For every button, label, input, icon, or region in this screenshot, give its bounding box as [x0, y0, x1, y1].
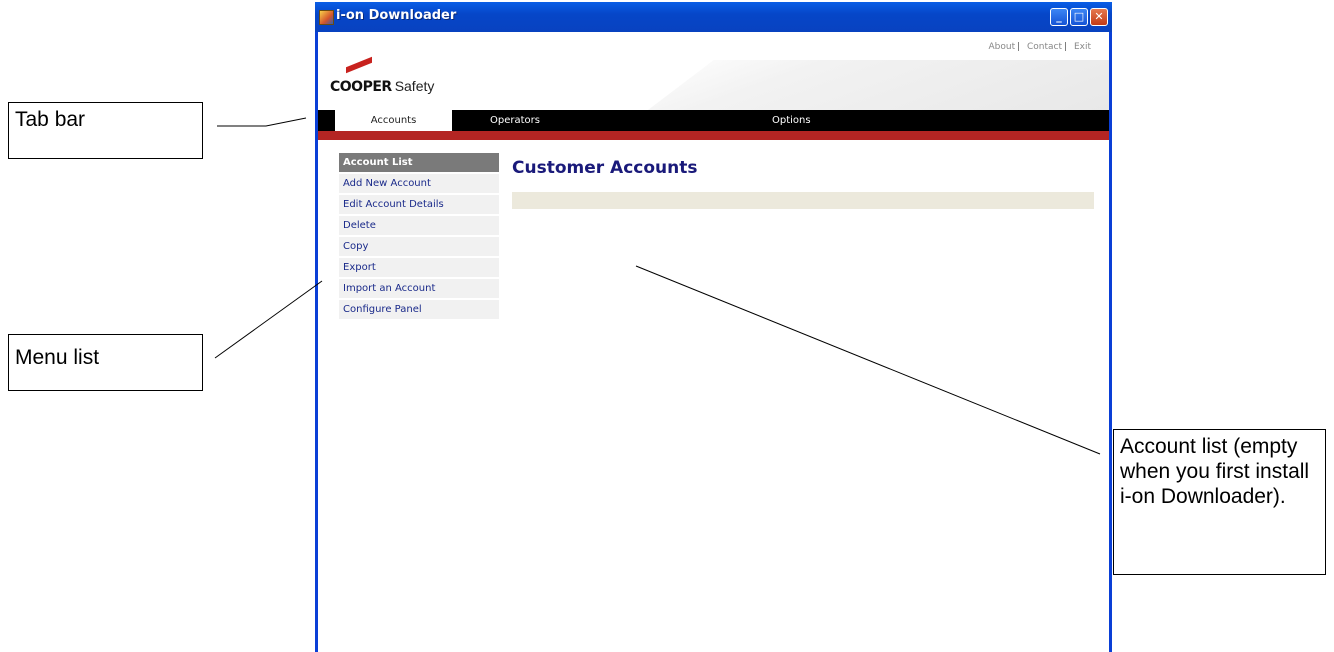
contact-link[interactable]: Contact — [1027, 42, 1062, 52]
tab-bar-underline — [318, 131, 1109, 140]
callout-account-list: Account list (empty when you first insta… — [1113, 429, 1326, 575]
window-title: i-on Downloader — [336, 8, 457, 23]
menu-list-leader-line — [214, 280, 323, 359]
cooper-safety-logo: COOPER Safety — [330, 56, 435, 95]
close-button[interactable]: ✕ — [1090, 8, 1108, 26]
exit-link[interactable]: Exit — [1074, 42, 1091, 52]
link-separator: | — [1017, 42, 1021, 52]
menu-item-add-new-account[interactable]: Add New Account — [339, 174, 499, 193]
minimize-button[interactable]: _ — [1050, 8, 1068, 26]
tab-bar-leader-line — [217, 117, 307, 127]
menu-item-delete[interactable]: Delete — [339, 216, 499, 235]
logo-safety: Safety — [394, 78, 435, 94]
logo-mark — [346, 56, 372, 74]
menu-item-copy[interactable]: Copy — [339, 237, 499, 256]
logo-word: COOPER — [330, 79, 392, 95]
title-bar[interactable]: i-on Downloader _ □ ✕ — [315, 2, 1112, 32]
menu-item-account-list[interactable]: Account List — [339, 153, 499, 172]
callout-tab-bar: Tab bar — [8, 102, 203, 159]
top-links: About | Contact | Exit — [988, 42, 1091, 52]
app-icon — [319, 10, 334, 25]
header-decoration — [648, 60, 1109, 110]
account-list[interactable] — [512, 192, 1094, 209]
tab-options[interactable]: Options — [772, 110, 811, 131]
menu-item-import-an-account[interactable]: Import an Account — [339, 279, 499, 298]
maximize-button[interactable]: □ — [1070, 8, 1088, 26]
tab-operators[interactable]: Operators — [490, 110, 540, 131]
callout-menu-list: Menu list — [8, 334, 203, 391]
app-window: i-on Downloader _ □ ✕ About | Contact | Ex… — [315, 2, 1112, 652]
tab-bar: Accounts Operators Options — [318, 110, 1109, 134]
menu-item-edit-account-details[interactable]: Edit Account Details — [339, 195, 499, 214]
menu-item-export[interactable]: Export — [339, 258, 499, 277]
about-link[interactable]: About — [988, 42, 1015, 52]
app-header: About | Contact | Exit COOPER Safety — [318, 32, 1109, 110]
menu-list: Account List Add New Account Edit Accoun… — [339, 153, 499, 321]
page-title: Customer Accounts — [512, 158, 698, 178]
link-separator: | — [1064, 42, 1068, 52]
menu-item-configure-panel[interactable]: Configure Panel — [339, 300, 499, 319]
